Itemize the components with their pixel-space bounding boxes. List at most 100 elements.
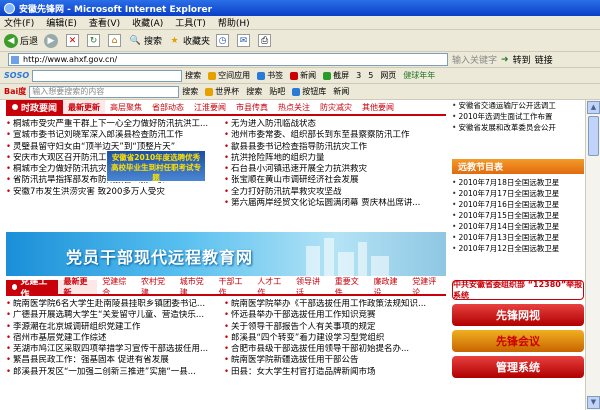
list-item[interactable]: 2010年7月13日全国远教卫星 xyxy=(452,232,584,243)
menu-edit[interactable]: 编辑(E) xyxy=(46,16,77,29)
tab-commentary[interactable]: 党建评论 xyxy=(407,277,446,297)
management-system-ad[interactable]: 管理系统 xyxy=(452,356,584,378)
list-item[interactable]: 皖南医学院新疆选拔任用干部公告 xyxy=(224,355,442,366)
scroll-down-icon[interactable]: ▼ xyxy=(587,396,600,409)
tab-cities[interactable]: 市县传真 xyxy=(231,100,273,114)
list-item[interactable]: 怀远县举办干部选拔任用工作知识竞赛 xyxy=(224,310,442,321)
list-item[interactable]: 关于领导干部报告个人有关事项的规定 xyxy=(224,322,442,333)
keyword-prompt[interactable]: 输入关键字 xyxy=(452,53,497,66)
list-item[interactable]: 2010年7月17日全国远教卫星 xyxy=(452,188,584,199)
list-item[interactable]: 无为进入防汛临战状态 xyxy=(224,119,442,130)
list-item[interactable]: 全力打好防汛抗旱救灾攻坚战 xyxy=(224,187,442,198)
favorites-button[interactable]: ★ 收藏夹 xyxy=(168,34,210,48)
list-item[interactable]: 皖南医学院6名大学生赴南陵县挂职乡镇团委书记... xyxy=(6,299,224,310)
list-item[interactable]: 石台县小河镇迅速开展全力抗洪救灾 xyxy=(224,164,442,175)
list-item[interactable]: 歙县县委书记检查指导防汛抗灾工作 xyxy=(224,142,442,153)
list-item[interactable]: 桐城市受灾严重干群上下一心全力做好防汛抗洪工... xyxy=(6,119,224,130)
list-item[interactable]: 宿州市基层党建工作综述 xyxy=(6,333,224,344)
tab-party-general[interactable]: 党建综合 xyxy=(97,277,136,297)
list-item[interactable]: 2010年7月12日全国远教卫星 xyxy=(452,243,584,254)
links-label[interactable]: 链接 xyxy=(535,53,553,66)
tab-disaster[interactable]: 防灾减灾 xyxy=(315,100,357,114)
baidu-search-input[interactable]: 输入想要搜索的内容 xyxy=(29,85,180,98)
scroll-up-icon[interactable]: ▲ xyxy=(587,101,600,114)
menu-favorites[interactable]: 收藏(A) xyxy=(132,16,163,29)
baidu-item-worldcup[interactable]: 世界杯 xyxy=(205,86,239,97)
tab-urban[interactable]: 城市党建 xyxy=(175,277,214,297)
tab-jianghuai[interactable]: 江淮要闻 xyxy=(189,100,231,114)
back-arrow-icon: ◀ xyxy=(4,33,18,48)
list-item[interactable]: 安徽省发展和改革委员会公开 xyxy=(452,122,584,133)
address-input[interactable]: http://www.ahxf.gov.cn/ xyxy=(8,53,448,66)
list-item[interactable]: 2010年7月15日全国远教卫星 xyxy=(452,210,584,221)
soso-search-input[interactable] xyxy=(32,69,183,82)
menu-help[interactable]: 帮助(H) xyxy=(218,16,250,29)
soso-item-count-a[interactable]: 3 xyxy=(356,71,361,80)
tab-cadre[interactable]: 干部工作 xyxy=(213,277,252,297)
soso-search-button[interactable]: 搜索 xyxy=(185,70,201,81)
list-item[interactable]: 芜湖市鸠江区采取四项举措学习宣传干部选拔任用... xyxy=(6,344,224,355)
list-item[interactable]: 宣城市委书记刘晓军深入郎溪县检查防汛工作 xyxy=(6,130,224,141)
vertical-scrollbar[interactable]: ▲ ▼ xyxy=(585,100,600,410)
list-item[interactable]: 第六届两岸经贸文化论坛圆满闭幕 贾庆林出席讲... xyxy=(224,198,442,209)
baidu-item-news[interactable]: 新闻 xyxy=(333,86,349,97)
scroll-thumb[interactable] xyxy=(588,116,599,156)
list-item[interactable]: 2010年7月16日全国远教卫星 xyxy=(452,199,584,210)
history-button[interactable]: ◷ xyxy=(216,34,231,47)
tab-other[interactable]: 其他要闻 xyxy=(357,100,399,114)
tab-rural[interactable]: 农村党建 xyxy=(136,277,175,297)
list-item[interactable]: 皖南医学院举办《干部选拔任用工作政策法规知识... xyxy=(224,299,442,310)
list-item[interactable]: 广德县开展选聘大学生“关爱留守儿童、营造快乐... xyxy=(6,310,224,321)
back-button[interactable]: ◀ 后退 xyxy=(4,33,38,48)
list-item[interactable]: 抗洪抢险阵地的组织力量 xyxy=(224,153,442,164)
tab-hot[interactable]: 热点关注 xyxy=(273,100,315,114)
list-item[interactable]: 池州市委常委、组织部长到东至县察察防汛工作 xyxy=(224,130,442,141)
menu-file[interactable]: 文件(F) xyxy=(4,16,34,29)
soso-item-web[interactable]: 网页 xyxy=(380,70,396,81)
tab-integrity[interactable]: 廉政建设 xyxy=(368,277,407,297)
baidu-item-buttons[interactable]: 按钮库 xyxy=(292,86,326,97)
list-item[interactable]: 2010年7月18日全国远教卫星 xyxy=(452,177,584,188)
tab-talent[interactable]: 人才工作 xyxy=(252,277,291,297)
refresh-button[interactable]: ↻ xyxy=(87,34,102,47)
list-item[interactable]: 安徽省交通运输厅公开选调工 xyxy=(452,100,584,111)
menu-view[interactable]: 查看(V) xyxy=(89,16,120,29)
overlay-ad-banner[interactable]: 安徽省2010年度选聘优秀高校毕业生到村任职考试专题 xyxy=(106,150,206,182)
tab-party-latest[interactable]: 最新更新 xyxy=(58,277,98,297)
menu-tools[interactable]: 工具(T) xyxy=(175,16,206,29)
soso-item-news[interactable]: 新闻 xyxy=(290,70,316,81)
baidu-item-tieba[interactable]: 贴吧 xyxy=(269,86,285,97)
soso-item-screenshot[interactable]: 截屏 xyxy=(323,70,349,81)
soso-item-bookmark[interactable]: 书签 xyxy=(257,70,283,81)
remote-education-banner[interactable]: 党员干部现代远程教育网 xyxy=(6,232,446,276)
list-item[interactable]: 2010年7月14日全国远教卫星 xyxy=(452,221,584,232)
tab-leaders[interactable]: 高层聚焦 xyxy=(105,100,147,114)
forward-button[interactable]: ▶ xyxy=(44,33,60,48)
list-item[interactable]: 田县：女大学生村官打造品牌新闻市场 xyxy=(224,367,442,378)
tab-speeches[interactable]: 领导讲话 xyxy=(291,277,330,297)
search-button[interactable]: 🔍 搜索 xyxy=(129,34,162,48)
report-system-ad[interactable]: 中共安徽省委组织部 “12380”举报系统 xyxy=(452,280,584,300)
stop-button[interactable]: ✕ xyxy=(66,34,81,47)
baidu-search-button[interactable]: 搜索 xyxy=(182,86,198,97)
print-button[interactable]: ⎙ xyxy=(258,34,273,47)
list-item[interactable]: 张宝顺在黄山市调研经济社会发展 xyxy=(224,175,442,186)
baidu-item-search[interactable]: 搜索 xyxy=(246,86,262,97)
go-button[interactable]: 转到 xyxy=(513,53,531,66)
tab-latest[interactable]: 最新更新 xyxy=(63,100,106,114)
list-item[interactable]: 繁昌县民政工作：强基固本 促进有省发展 xyxy=(6,355,224,366)
list-item[interactable]: 李源潮在北京城调研组织党建工作 xyxy=(6,322,224,333)
list-item[interactable]: 2010年选调生面试工作布置 xyxy=(452,111,584,122)
tab-provincial[interactable]: 省部动态 xyxy=(147,100,189,114)
list-item[interactable]: 合肥市县级干部选拔任用领导干部初始提名办... xyxy=(224,344,442,355)
home-button[interactable]: ⌂ xyxy=(108,34,123,47)
pioneer-video-ad[interactable]: 先锋网视 xyxy=(452,304,584,326)
tab-documents[interactable]: 重要文件 xyxy=(330,277,369,297)
pioneer-meeting-ad[interactable]: 先锋会议 xyxy=(452,330,584,352)
soso-item-count-b[interactable]: 5 xyxy=(368,71,373,80)
list-item[interactable]: 郎溪县开发区“一加强二创新三推进”实施“一县... xyxy=(6,367,224,378)
mail-button[interactable]: ✉ xyxy=(237,34,252,47)
list-item[interactable]: 郎溪县“四个转变”着力建设学习型党组织 xyxy=(224,333,442,344)
soso-item-space[interactable]: 空间应用 xyxy=(208,70,250,81)
list-item[interactable]: 安徽7市发生洪涝灾害 致200多万人受灾 xyxy=(6,187,224,198)
